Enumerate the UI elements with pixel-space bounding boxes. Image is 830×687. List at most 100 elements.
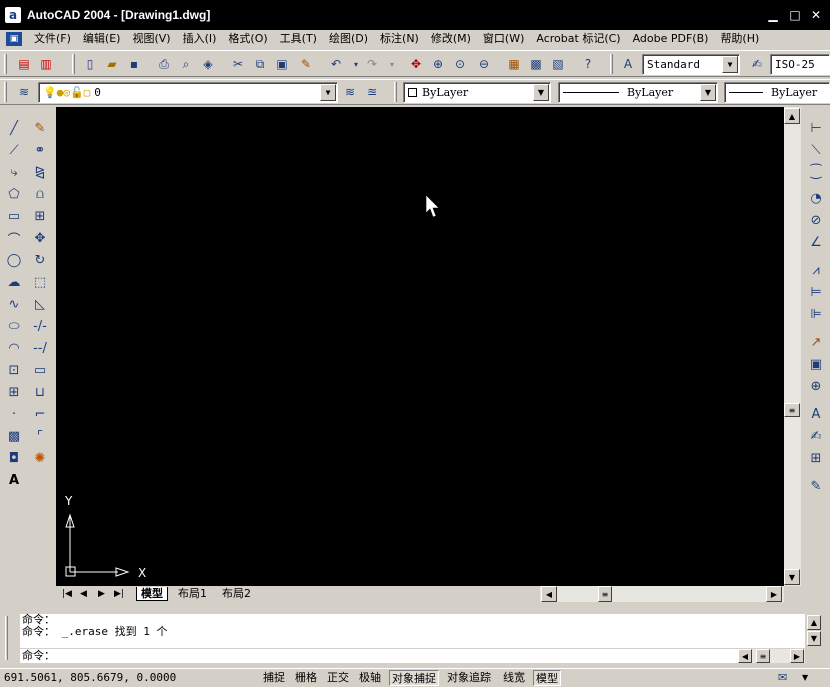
polygon-icon[interactable]: ⬠ (3, 184, 25, 204)
dim-update-icon[interactable]: ⊞ (805, 448, 827, 468)
zoom-window-icon[interactable]: ⊙ (450, 54, 470, 74)
region-icon[interactable]: ◘ (3, 448, 25, 468)
menu-draw[interactable]: 绘图(D) (323, 30, 374, 48)
menu-dimension[interactable]: 标注(N) (374, 30, 425, 48)
quick-dim-icon[interactable]: ⩘ (805, 260, 827, 280)
rotate-icon[interactable]: ↻ (29, 250, 51, 270)
next-tab-icon[interactable]: ▶ (94, 587, 109, 601)
grid-button[interactable]: 栅格 (293, 670, 319, 686)
menu-window[interactable]: 窗口(W) (477, 30, 530, 48)
aligned-dim-icon[interactable]: ⟍ (805, 140, 827, 160)
ortho-button[interactable]: 正交 (325, 670, 351, 686)
close-button[interactable]: ✕ (808, 8, 824, 22)
print-preview-icon[interactable]: ⌕ (176, 54, 196, 74)
arc-icon[interactable]: ⌒ (3, 228, 25, 248)
tab-layout1[interactable]: 布局1 (174, 587, 211, 601)
baseline-dim-icon[interactable]: ⊨ (805, 282, 827, 302)
layer-select[interactable]: 💡●◎🔓▢ 0 ▼ (38, 82, 338, 103)
mirror-icon[interactable]: ⧎ (29, 162, 51, 182)
rectangle-icon[interactable]: ▭ (3, 206, 25, 226)
cmd-scroll-up-icon[interactable]: ▲ (807, 615, 821, 630)
text-style-select[interactable]: Standard ▼ (642, 54, 740, 75)
tab-model[interactable]: 模型 (136, 587, 168, 601)
continue-dim-icon[interactable]: ⊫ (805, 304, 827, 324)
menu-edit[interactable]: 编辑(E) (77, 30, 127, 48)
tab-layout2[interactable]: 布局2 (218, 587, 255, 601)
pdf-export-icon[interactable]: ▥ (36, 54, 56, 74)
hatch-icon[interactable]: ▩ (3, 426, 25, 446)
menu-modify[interactable]: 修改(M) (425, 30, 477, 48)
stretch-icon[interactable]: ◺ (29, 294, 51, 314)
make-layer-current-icon[interactable]: ≋ (340, 82, 360, 102)
prev-tab-icon[interactable]: ◀ (76, 587, 91, 601)
dim-edit-icon[interactable]: A (805, 404, 827, 424)
dimension-style-icon[interactable]: ✍ (747, 54, 767, 74)
coordinate-display[interactable]: 691.5061, 805.6679, 0.0000 (4, 671, 176, 684)
dim-text-edit-icon[interactable]: ✍ (805, 426, 827, 446)
offset-icon[interactable]: ⩍ (29, 184, 51, 204)
chamfer-icon[interactable]: ⌐ (29, 404, 51, 424)
maximize-button[interactable]: □ (787, 8, 803, 22)
new-icon[interactable]: ▯ (80, 54, 100, 74)
command-input[interactable]: 命令： (20, 649, 738, 663)
scale-icon[interactable]: ⬚ (29, 272, 51, 292)
menu-view[interactable]: 视图(V) (126, 30, 176, 48)
scroll-left-icon[interactable]: ◀ (541, 586, 557, 602)
insert-block-icon[interactable]: ⊡ (3, 360, 25, 380)
otrack-button[interactable]: 对象追踪 (445, 670, 493, 686)
chevron-down-icon[interactable]: ▼ (533, 84, 549, 101)
layer-previous-icon[interactable]: ≊ (362, 82, 382, 102)
copy-icon[interactable]: ⧉ (250, 54, 270, 74)
text-style-icon[interactable]: A (618, 54, 638, 74)
polyline-icon[interactable]: ⤷ (3, 162, 25, 182)
point-icon[interactable]: · (3, 404, 25, 424)
move-icon[interactable]: ✥ (29, 228, 51, 248)
match-properties-icon[interactable]: ✎ (296, 54, 316, 74)
color-select[interactable]: ByLayer ▼ (403, 82, 551, 103)
tool-palettes-icon[interactable]: ▧ (548, 54, 568, 74)
cmd-scroll-down-icon[interactable]: ▼ (807, 631, 821, 646)
menu-help[interactable]: 帮助(H) (714, 30, 765, 48)
dimension-style-select[interactable]: ISO-25 (770, 54, 830, 75)
pan-icon[interactable]: ✥ (406, 54, 426, 74)
menu-insert[interactable]: 插入(I) (177, 30, 223, 48)
undo-icon[interactable]: ↶ (326, 54, 346, 74)
chevron-down-icon[interactable]: ▼ (722, 56, 738, 73)
scroll-down-icon[interactable]: ▼ (784, 569, 800, 585)
document-icon[interactable]: ▣ (6, 32, 22, 46)
make-block-icon[interactable]: ⊞ (3, 382, 25, 402)
snap-button[interactable]: 捕捉 (261, 670, 287, 686)
publish-icon[interactable]: ◈ (198, 54, 218, 74)
last-tab-icon[interactable]: ▶| (110, 587, 128, 601)
array-icon[interactable]: ⊞ (29, 206, 51, 226)
menu-format[interactable]: 格式(O) (222, 30, 273, 48)
spline-icon[interactable]: ∿ (3, 294, 25, 314)
menu-tools[interactable]: 工具(T) (274, 30, 323, 48)
multiline-text-icon[interactable]: A (3, 470, 25, 490)
print-icon[interactable]: ⎙ (154, 54, 174, 74)
scroll-up-icon[interactable]: ▲ (784, 108, 800, 124)
horizontal-scrollbar[interactable]: ◀ ≡ ▶ (540, 586, 784, 602)
join-icon[interactable]: ⊔ (29, 382, 51, 402)
radius-dim-icon[interactable]: ◔ (805, 188, 827, 208)
angular-dim-icon[interactable]: ∠ (805, 232, 827, 252)
zoom-previous-icon[interactable]: ⊖ (474, 54, 494, 74)
menu-file[interactable]: 文件(F) (28, 30, 77, 48)
polar-button[interactable]: 极轴 (357, 670, 383, 686)
save-icon[interactable]: ▪ (124, 54, 144, 74)
diameter-dim-icon[interactable]: ⊘ (805, 210, 827, 230)
ellipse-arc-icon[interactable]: ◠ (3, 338, 25, 358)
layer-manager-icon[interactable]: ≋ (14, 82, 34, 102)
osnap-button[interactable]: 对象捕捉 (389, 670, 439, 686)
tolerance-icon[interactable]: ▣ (805, 354, 827, 374)
quick-leader-icon[interactable]: ↗ (805, 332, 827, 352)
vertical-scrollbar[interactable]: ▲ ≡ ▼ (784, 107, 801, 586)
ellipse-icon[interactable]: ⬭ (3, 316, 25, 336)
trim-icon[interactable]: -/- (29, 316, 51, 336)
fillet-icon[interactable]: ⌜ (29, 426, 51, 446)
redo-icon[interactable]: ↷ (362, 54, 382, 74)
linear-dim-icon[interactable]: ⊢ (805, 118, 827, 138)
first-tab-icon[interactable]: |◀ (58, 587, 76, 601)
lineweight-button[interactable]: 线宽 (501, 670, 527, 686)
properties-icon[interactable]: ▦ (504, 54, 524, 74)
